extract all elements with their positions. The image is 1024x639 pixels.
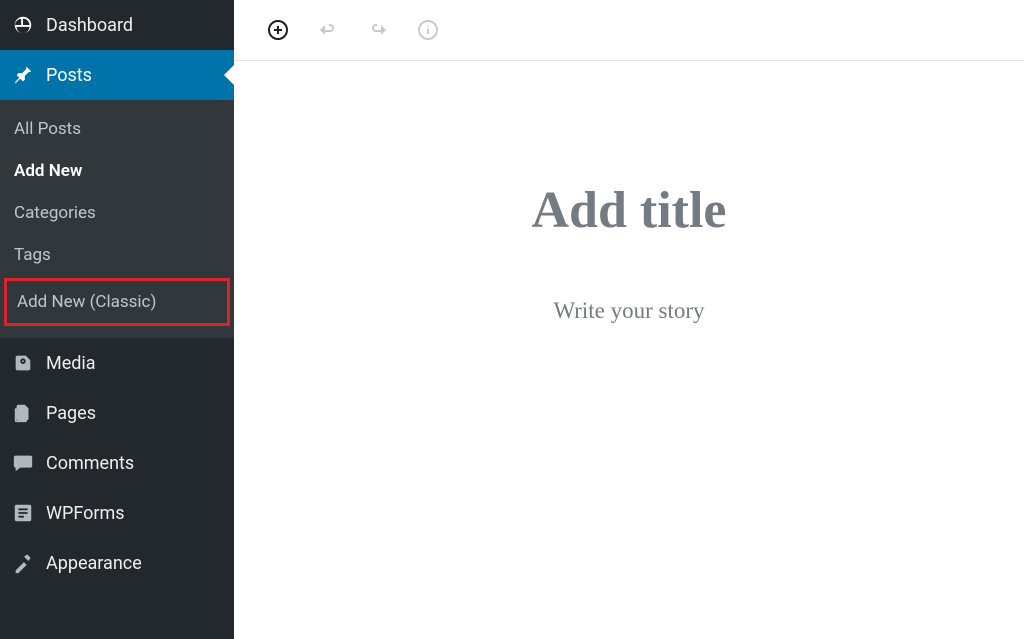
sidebar-label: Dashboard <box>46 15 133 36</box>
sidebar-item-media[interactable]: Media <box>0 338 234 388</box>
sidebar-label: Appearance <box>46 553 142 574</box>
editor-toolbar <box>234 0 1024 61</box>
sidebar-item-dashboard[interactable]: Dashboard <box>0 0 234 50</box>
sidebar-label: Pages <box>46 403 96 424</box>
sidebar-label: Posts <box>46 65 92 86</box>
appearance-icon <box>12 552 34 574</box>
editor-canvas: Add title Write your story <box>234 61 1024 639</box>
post-body-input[interactable]: Write your story <box>274 298 984 324</box>
sidebar-item-wpforms[interactable]: WPForms <box>0 488 234 538</box>
sidebar-item-posts[interactable]: Posts <box>0 50 234 100</box>
submenu-add-new[interactable]: Add New <box>0 150 234 192</box>
pin-icon <box>12 64 34 86</box>
submenu-tags[interactable]: Tags <box>0 234 234 276</box>
pages-icon <box>12 402 34 424</box>
sidebar-label: Media <box>46 353 96 374</box>
sidebar-label: Comments <box>46 453 134 474</box>
form-icon <box>12 502 34 524</box>
undo-button[interactable] <box>316 18 340 42</box>
submenu-categories[interactable]: Categories <box>0 192 234 234</box>
media-icon <box>12 352 34 374</box>
sidebar-item-comments[interactable]: Comments <box>0 438 234 488</box>
add-block-button[interactable] <box>266 18 290 42</box>
dashboard-icon <box>12 14 34 36</box>
submenu-add-new-classic[interactable]: Add New (Classic) <box>4 278 230 326</box>
submenu-all-posts[interactable]: All Posts <box>0 108 234 150</box>
sidebar-label: WPForms <box>46 503 125 524</box>
admin-sidebar: Dashboard Posts All Posts Add New Catego… <box>0 0 234 639</box>
sidebar-item-appearance[interactable]: Appearance <box>0 538 234 588</box>
redo-button[interactable] <box>366 18 390 42</box>
post-title-input[interactable]: Add title <box>274 181 984 240</box>
sidebar-item-pages[interactable]: Pages <box>0 388 234 438</box>
info-button[interactable] <box>416 18 440 42</box>
editor-content: Add title Write your story <box>234 0 1024 639</box>
comments-icon <box>12 452 34 474</box>
posts-submenu: All Posts Add New Categories Tags Add Ne… <box>0 100 234 338</box>
